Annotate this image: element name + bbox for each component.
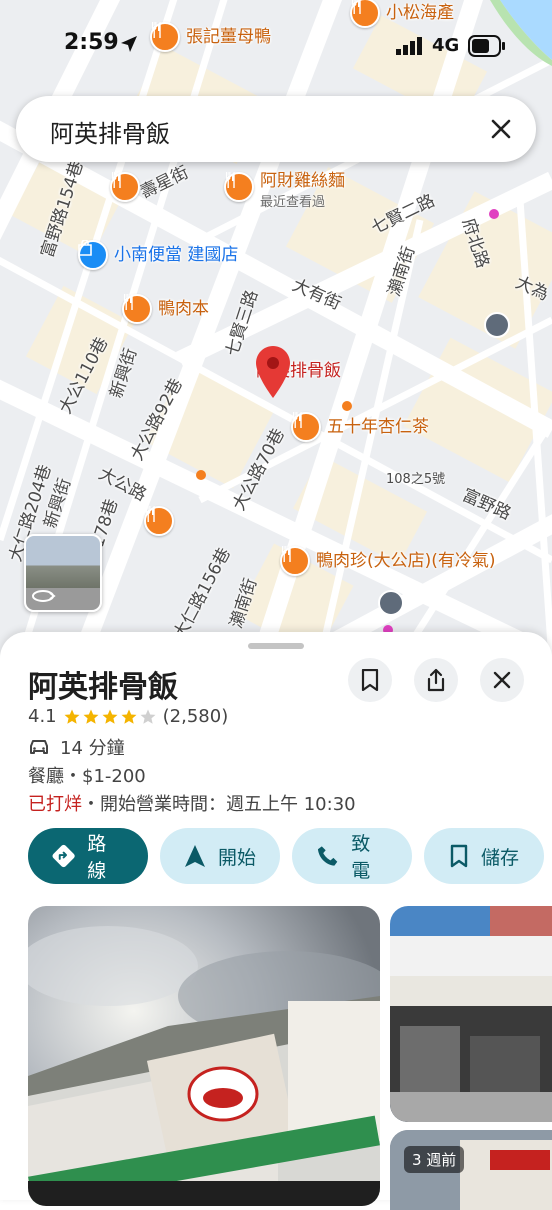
search-query[interactable]: 阿英排骨飯 <box>50 114 170 149</box>
star-icon <box>140 709 156 724</box>
review-count: (2,580) <box>162 706 229 727</box>
bookmark-icon <box>450 844 468 868</box>
travel-time-row: 14 分鐘 <box>28 734 125 760</box>
save-button[interactable]: 儲存 <box>424 828 544 884</box>
star-icon <box>83 709 99 724</box>
rating-stars <box>63 708 157 726</box>
poi-label: 阿財雞絲麵 <box>260 171 345 191</box>
directions-label: 路線 <box>87 833 107 882</box>
bus-icon[interactable] <box>378 590 404 616</box>
poi-label: 五十年杏仁茶 <box>327 416 429 437</box>
poi-acai[interactable]: 阿財雞絲麵 最近查看過 <box>224 172 345 210</box>
photo-storefront <box>390 906 552 1122</box>
search-bar[interactable]: 阿英排骨飯 <box>16 96 536 162</box>
place-photo[interactable] <box>28 906 380 1206</box>
signal-icon <box>396 37 422 55</box>
poi-label: 鴨肉珍(大公店)(有冷氣) <box>316 550 496 571</box>
star-icon <box>64 709 80 724</box>
share-button[interactable] <box>414 658 458 702</box>
phone-icon <box>317 846 338 866</box>
car-icon <box>30 740 48 754</box>
place-photo[interactable]: 3 週前 <box>390 1130 552 1210</box>
close-icon[interactable] <box>486 114 516 144</box>
poi-yarouzhen[interactable]: 鴨肉珍(大公店)(有冷氣) <box>280 546 496 576</box>
photo-storefront-sign <box>28 906 380 1206</box>
fork-knife-icon <box>291 412 321 442</box>
fork-knife-icon <box>280 546 310 576</box>
map-pin-icon <box>256 346 290 398</box>
poi-restaurant-unlabeled[interactable] <box>144 506 174 536</box>
rating-value: 4.1 <box>28 706 57 727</box>
photo-age-badge: 3 週前 <box>404 1146 465 1173</box>
address-label: 108之5號 <box>386 472 446 487</box>
call-label: 致電 <box>351 833 371 882</box>
poi-wushinian[interactable]: 五十年杏仁茶 <box>291 412 429 442</box>
start-button[interactable]: 開始 <box>160 828 280 884</box>
save-label: 儲存 <box>480 846 519 869</box>
rating-row[interactable]: 4.1 (2,580) <box>28 706 228 727</box>
fork-knife-icon <box>144 506 174 536</box>
bookmark-icon <box>361 669 379 691</box>
poi-acai-icon-2[interactable] <box>110 172 140 202</box>
poi-sublabel: 最近查看過 <box>260 195 326 210</box>
poi-yaroben[interactable]: 鴨肉本 <box>122 294 209 324</box>
status-time: 2:59 <box>64 30 119 55</box>
fork-knife-icon <box>122 294 152 324</box>
navigation-arrow-icon <box>185 845 205 867</box>
share-icon <box>427 668 445 692</box>
selected-place-marker[interactable]: 阿英排骨飯 <box>256 346 341 398</box>
close-icon <box>493 671 511 689</box>
shopping-bag-icon <box>78 240 108 270</box>
category-price: 餐廳・$1-200 <box>28 766 146 787</box>
poi-label: 小南便當 建國店 <box>114 244 239 265</box>
opening-hours: ・開始營業時間：週五上午 10:30 <box>82 794 356 815</box>
hours-row[interactable]: 已打烊 ・開始營業時間：週五上午 10:30 <box>28 790 356 816</box>
drag-handle[interactable] <box>248 643 304 649</box>
action-buttons: 路線 開始 致電 儲存 <box>28 828 544 884</box>
close-sheet-button[interactable] <box>480 658 524 702</box>
poi-label: 鴨肉本 <box>158 298 209 319</box>
directions-button[interactable]: 路線 <box>28 828 148 884</box>
category-row: 餐廳・$1-200 <box>28 762 146 788</box>
drive-time: 14 分鐘 <box>60 738 125 759</box>
poi-xiaonan[interactable]: 小南便當 建國店 <box>78 240 238 270</box>
save-icon-button[interactable] <box>348 658 392 702</box>
place-photo[interactable] <box>390 906 552 1122</box>
call-button[interactable]: 致電 <box>292 828 412 884</box>
place-title: 阿英排骨飯 <box>28 670 178 705</box>
start-label: 開始 <box>218 846 257 869</box>
location-arrow-icon <box>121 36 137 52</box>
star-icon <box>102 709 118 724</box>
network-type: 4G <box>432 35 460 56</box>
rotate-360-icon <box>32 590 56 602</box>
bus-icon[interactable] <box>484 312 510 338</box>
fork-knife-icon <box>110 172 140 202</box>
open-status: 已打烊 <box>28 794 82 815</box>
fork-knife-icon <box>224 172 254 202</box>
star-icon <box>121 709 137 724</box>
street-view-thumbnail[interactable] <box>24 534 102 612</box>
battery-icon <box>468 35 505 57</box>
status-bar: 2:59 4G <box>0 0 552 90</box>
directions-icon <box>52 844 75 868</box>
place-details-sheet[interactable]: 阿英排骨飯 4.1 (2,580) 14 分鐘 餐廳・$1-200 已打烊 ・開… <box>0 632 552 1210</box>
